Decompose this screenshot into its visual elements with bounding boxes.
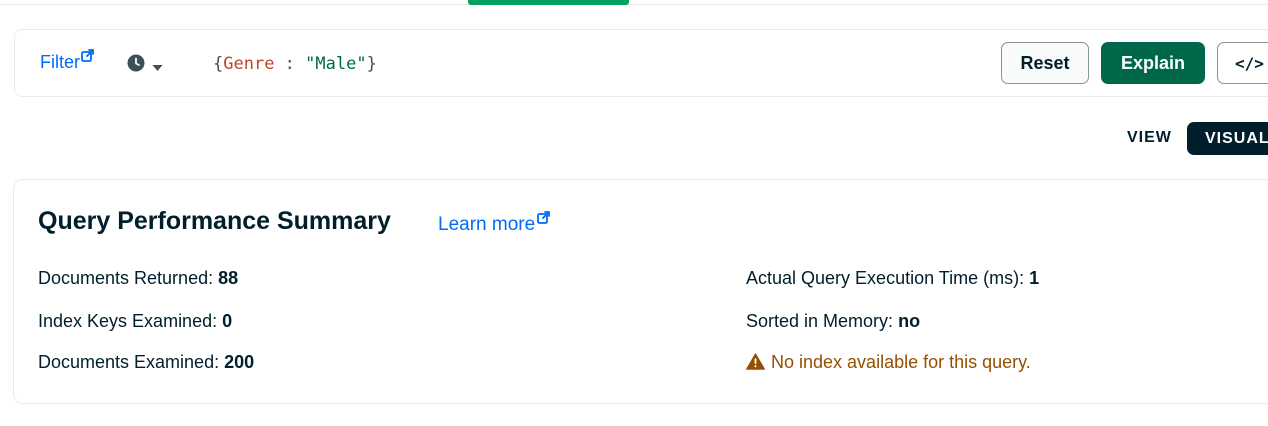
query-separator: :: [274, 54, 306, 74]
stat-label: Documents Examined:: [38, 352, 220, 372]
external-link-icon: [81, 49, 94, 62]
learn-more-label: Learn more: [438, 214, 536, 235]
query-editor[interactable]: {Genre : "Male"}: [213, 54, 377, 74]
code-view-button[interactable]: </>: [1217, 42, 1268, 84]
explain-button[interactable]: Explain: [1101, 42, 1205, 84]
stat-execution-time: Actual Query Execution Time (ms): 1: [746, 268, 1039, 289]
stat-value: 200: [224, 352, 255, 372]
explain-plan-page: Filter {Genre : "Male"} Reset Explain </…: [0, 0, 1268, 426]
stat-label: Index Keys Examined:: [38, 311, 218, 331]
query-close-brace: }: [366, 54, 377, 74]
warning-text: No index available for this query.: [771, 352, 1031, 372]
stat-index-keys-examined: Index Keys Examined: 0: [38, 311, 232, 332]
clock-icon: [127, 54, 145, 72]
query-open-brace: {: [213, 54, 224, 74]
stat-label: Actual Query Execution Time (ms):: [746, 268, 1025, 288]
learn-more-link[interactable]: Learn more: [438, 211, 551, 236]
query-value: "Male": [305, 54, 367, 74]
warning-icon: [746, 352, 765, 370]
stat-value: 1: [1029, 268, 1040, 288]
query-history-button[interactable]: [127, 54, 163, 72]
reset-button[interactable]: Reset: [1001, 42, 1089, 84]
stat-label: Documents Returned:: [38, 268, 214, 288]
no-index-warning: No index available for this query.: [746, 352, 1031, 373]
stat-value: 0: [222, 311, 233, 331]
view-visual-toggle[interactable]: VISUAL: [1187, 122, 1268, 155]
query-performance-summary-card: Query Performance Summary Learn more Doc…: [13, 179, 1268, 404]
external-link-icon: [537, 211, 551, 224]
filter-label: Filter: [40, 52, 80, 72]
query-bar: Filter {Genre : "Male"} Reset Explain </…: [14, 29, 1268, 97]
filter-link[interactable]: Filter: [40, 49, 94, 73]
active-tab-indicator: [468, 0, 629, 5]
view-label: VIEW: [1127, 129, 1172, 146]
stat-sorted-in-memory: Sorted in Memory: no: [746, 311, 920, 332]
stat-value: 88: [218, 268, 239, 288]
stat-documents-examined: Documents Examined: 200: [38, 352, 254, 373]
stat-value: no: [898, 311, 921, 331]
caret-down-icon: [152, 59, 163, 71]
top-divider: [0, 4, 1268, 5]
summary-title: Query Performance Summary: [38, 207, 391, 235]
stat-documents-returned: Documents Returned: 88: [38, 268, 238, 289]
query-key: Genre: [223, 54, 275, 74]
stat-label: Sorted in Memory:: [746, 311, 894, 331]
